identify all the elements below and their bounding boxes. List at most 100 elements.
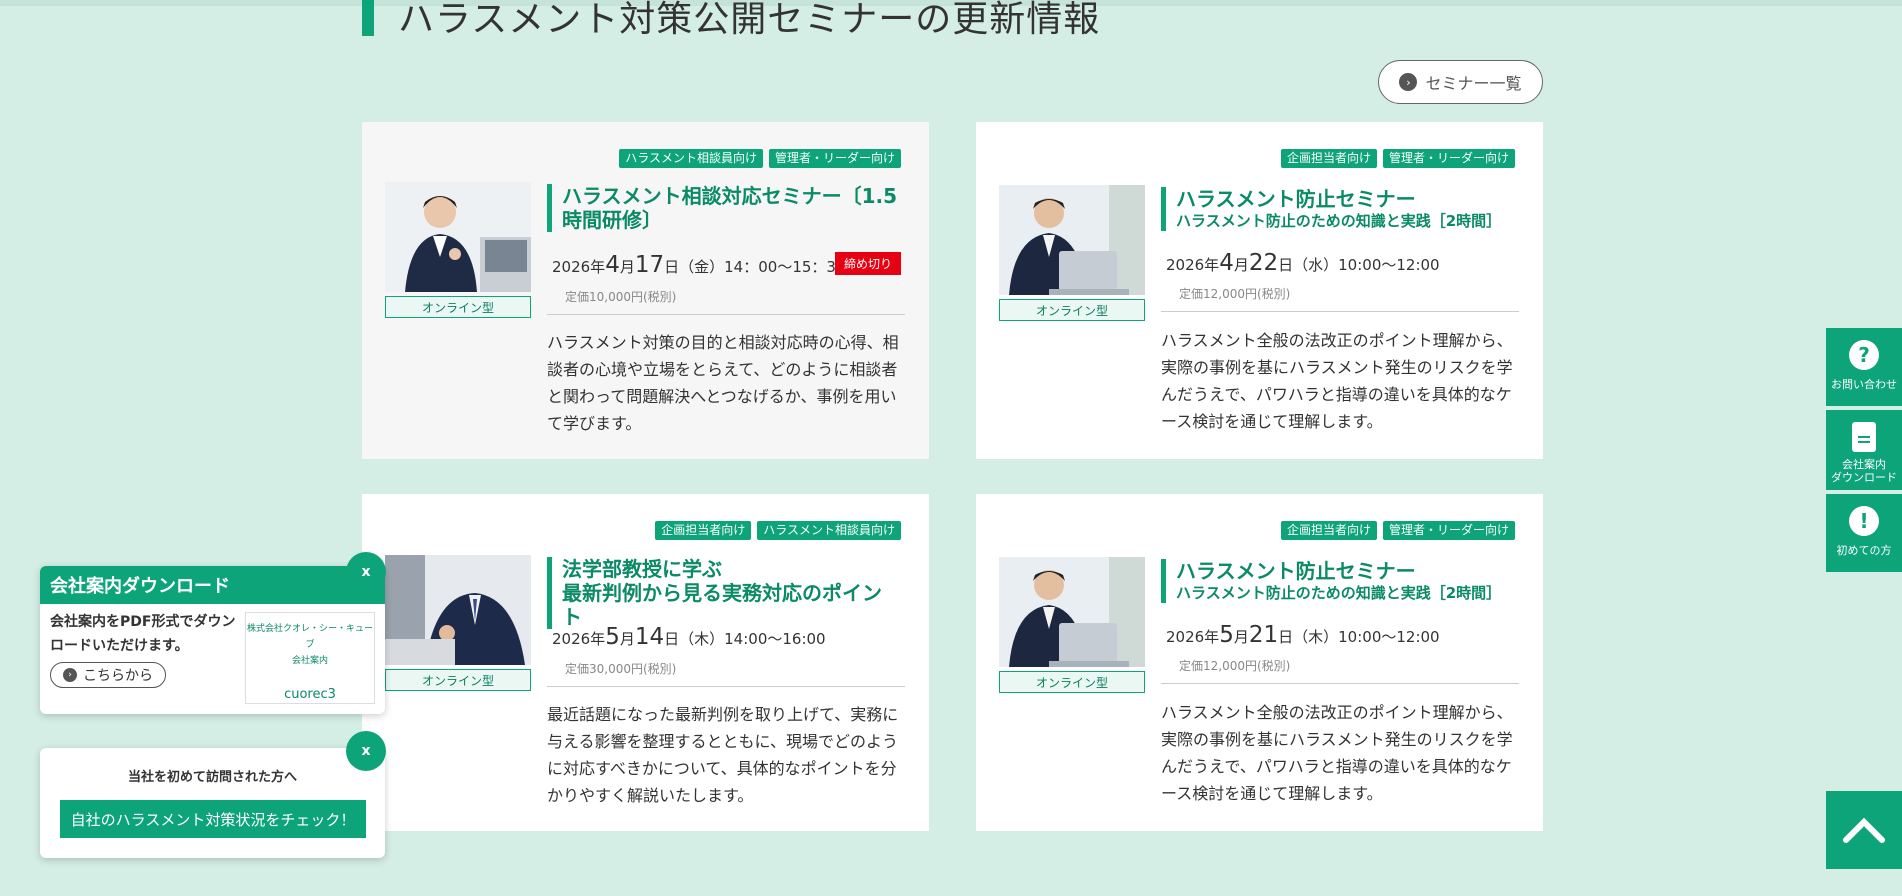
date-month: 5	[605, 624, 620, 650]
date-month: 5	[1219, 622, 1234, 648]
download-tab-label-2: ダウンロード	[1831, 471, 1897, 484]
date-day-unit: 日	[1278, 628, 1294, 646]
closed-badge: 締め切り	[834, 252, 901, 275]
seminar-photo	[999, 557, 1145, 667]
format-badge: オンライン型	[385, 296, 531, 318]
seminar-title[interactable]: 法学部教授に学ぶ 最新判例から見る実務対応のポイント	[547, 557, 901, 629]
close-download-popup-button[interactable]: x	[346, 552, 386, 592]
seminar-list-button[interactable]: › セミナー一覧	[1378, 60, 1543, 104]
date-year: 2026年	[1166, 256, 1220, 274]
cover-label: 会社案内	[291, 656, 328, 666]
divider	[1161, 311, 1519, 312]
date-month-unit: 月	[619, 630, 635, 648]
seminar-title[interactable]: ハラスメント相談対応セミナー〔1.5時間研修〕	[547, 184, 901, 232]
seminar-title[interactable]: ハラスメント防止セミナー ハラスメント防止のための知識と実践［2時間］	[1161, 187, 1515, 231]
date-month-unit: 月	[1233, 256, 1249, 274]
tag: 管理者・リーダー向け	[1382, 149, 1515, 168]
format-badge: オンライン型	[999, 299, 1145, 321]
date-day-unit: 日	[664, 630, 680, 648]
seminar-card[interactable]: 企画担当者向け 管理者・リーダー向け オンライン型 ハラスメント防止セミナー ハ…	[976, 494, 1543, 831]
seminar-date: 2026年 4 月 17 日（金）14：00〜15：30	[552, 252, 846, 278]
first-time-tab-label: 初めての方	[1836, 544, 1892, 557]
tag-list: 企画担当者向け 管理者・リーダー向け	[1280, 521, 1515, 540]
tag: 管理者・リーダー向け	[768, 149, 901, 168]
tag: 企画担当者向け	[1280, 521, 1377, 540]
harassment-check-button[interactable]: 自社のハラスメント対策状況をチェック！	[60, 800, 366, 838]
date-time: （木）10:00〜12:00	[1293, 628, 1440, 646]
download-popup-text: 会社案内をPDF形式でダウンロードいただけます。	[50, 614, 236, 654]
date-month: 4	[605, 252, 620, 278]
seminar-price: 定価30,000円(税別)	[565, 662, 677, 676]
format-badge: オンライン型	[385, 669, 531, 691]
seminar-photo	[999, 185, 1145, 295]
download-tab-label-1: 会社案内	[1842, 458, 1886, 471]
date-time: （水）10:00〜12:00	[1293, 256, 1440, 274]
brochure-cover: 株式会社クオレ・シー・キューブ 会社案内 cuorec3	[245, 612, 375, 704]
format-badge: オンライン型	[999, 671, 1145, 693]
seminar-description: ハラスメント対策の目的と相談対応時の心得、相談者の心境や立場をとらえて、どのよう…	[547, 333, 899, 433]
download-button-label: こちらから	[83, 668, 153, 684]
section-title: ハラスメント対策公開セミナーの更新情報	[398, 0, 1101, 40]
date-time: （金）14：00〜15：30	[679, 258, 846, 276]
seminar-price: 定価12,000円(税別)	[1179, 287, 1291, 301]
tag: 管理者・リーダー向け	[1382, 521, 1515, 540]
date-year: 2026年	[1166, 628, 1220, 646]
contact-tab-label: お問い合わせ	[1831, 378, 1897, 391]
chevron-right-icon: ›	[1399, 73, 1418, 91]
date-month: 4	[1219, 250, 1234, 276]
seminar-description: ハラスメント全般の法改正のポイント理解から、実際の事例を基にハラスメント発生のリ…	[1161, 703, 1513, 803]
question-icon: ?	[1849, 340, 1879, 370]
seminar-card[interactable]: 企画担当者向け ハラスメント相談員向け オンライン型 法学部教授に学ぶ 最新判例…	[362, 494, 929, 831]
seminar-title-main: ハラスメント相談対応セミナー〔1.5時間研修〕	[562, 184, 898, 232]
seminar-subtitle: 最新判例から見る実務対応のポイント	[562, 581, 882, 629]
seminar-title-main: 法学部教授に学ぶ	[562, 557, 722, 581]
tag: 企画担当者向け	[655, 521, 752, 540]
cover-logo: cuorec3	[284, 687, 336, 702]
date-day: 17	[634, 252, 665, 278]
seminar-subtitle: ハラスメント防止のための知識と実践［2時間］	[1176, 584, 1502, 602]
cover-company: 株式会社クオレ・シー・キューブ	[246, 624, 373, 650]
seminar-list-label: セミナー一覧	[1425, 74, 1522, 93]
seminar-title-main: ハラスメント防止セミナー	[1176, 559, 1416, 583]
chevron-right-icon: ›	[63, 668, 77, 682]
tag-list: ハラスメント相談員向け 管理者・リーダー向け	[619, 149, 901, 168]
seminar-description: 最近話題になった最新判例を取り上げて、実務に与える影響を整理するとともに、現場で…	[547, 705, 899, 805]
seminar-title-main: ハラスメント防止セミナー	[1176, 187, 1416, 211]
download-popup: 会社案内ダウンロード 会社案内をPDF形式でダウンロードいただけます。 › こち…	[40, 566, 385, 714]
seminar-date: 2026年 4 月 22 日（水）10:00〜12:00	[1166, 250, 1440, 276]
seminar-description: ハラスメント全般の法改正のポイント理解から、実際の事例を基にハラスメント発生のリ…	[1161, 331, 1513, 431]
tag: 企画担当者向け	[1280, 149, 1377, 168]
date-day: 14	[634, 624, 665, 650]
back-to-top-button[interactable]	[1826, 791, 1902, 869]
tag-list: 企画担当者向け 管理者・リーダー向け	[1280, 149, 1515, 168]
contact-tab[interactable]: ? お問い合わせ	[1826, 328, 1902, 406]
date-year: 2026年	[552, 630, 606, 648]
divider	[547, 314, 905, 315]
seminar-card[interactable]: 企画担当者向け 管理者・リーダー向け オンライン型 ハラスメント防止セミナー ハ…	[976, 122, 1543, 459]
download-button[interactable]: › こちらから	[50, 662, 166, 688]
seminar-card[interactable]: ハラスメント相談員向け 管理者・リーダー向け オンライン型 ハラスメント相談対応…	[362, 122, 929, 459]
document-icon	[1852, 422, 1876, 452]
tag-list: 企画担当者向け ハラスメント相談員向け	[655, 521, 901, 540]
seminar-date: 2026年 5 月 14 日（木）14:00〜16:00	[552, 624, 826, 650]
download-popup-title: 会社案内ダウンロード	[40, 566, 385, 604]
divider	[547, 686, 905, 687]
first-time-tab[interactable]: ! 初めての方	[1826, 494, 1902, 572]
close-check-popup-button[interactable]: x	[346, 731, 386, 771]
heading-accent-bar	[362, 0, 374, 36]
tag: ハラスメント相談員向け	[757, 521, 901, 540]
seminar-price: 定価12,000円(税別)	[1179, 659, 1291, 673]
check-popup: 当社を初めて訪問された方へ 自社のハラスメント対策状況をチェック！	[40, 748, 385, 858]
download-tab[interactable]: 会社案内 ダウンロード	[1826, 410, 1902, 490]
date-day-unit: 日	[664, 258, 680, 276]
date-day: 21	[1248, 622, 1279, 648]
divider	[1161, 683, 1519, 684]
seminar-title[interactable]: ハラスメント防止セミナー ハラスメント防止のための知識と実践［2時間］	[1161, 559, 1515, 603]
exclamation-icon: !	[1849, 506, 1879, 536]
seminar-date: 2026年 5 月 21 日（木）10:00〜12:00	[1166, 622, 1440, 648]
seminar-price: 定価10,000円(税別)	[565, 290, 677, 304]
date-month-unit: 月	[619, 258, 635, 276]
date-day: 22	[1248, 250, 1279, 276]
seminar-subtitle: ハラスメント防止のための知識と実践［2時間］	[1176, 212, 1502, 230]
chevron-up-icon	[1843, 817, 1885, 843]
